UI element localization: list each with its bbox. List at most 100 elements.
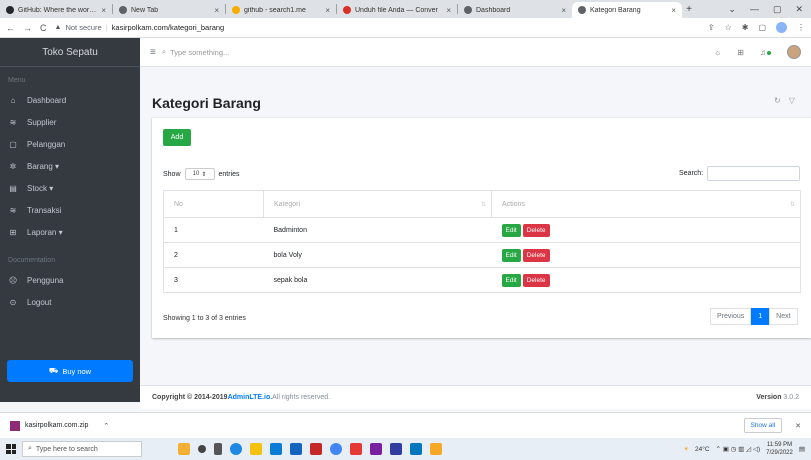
adminlte-link[interactable]: AdminLTE.io. [228, 394, 273, 401]
entries-select[interactable]: 10 ⇕ [184, 168, 215, 180]
new-tab-icon[interactable]: + [682, 4, 696, 15]
add-button[interactable]: Add [163, 129, 191, 146]
taskbar-app-icon[interactable] [310, 443, 322, 455]
url-field[interactable]: ▲ Not secure | kasirpolkam.com/kategori_… [55, 21, 700, 35]
weather-temp[interactable]: 24°C [695, 446, 710, 453]
browser-tab[interactable]: Kategori Barang × [572, 2, 682, 18]
sidebar-item-label: Stock ▾ [27, 183, 54, 193]
download-filename[interactable]: kasirpolkam.com.zip [25, 422, 88, 429]
refresh-icon[interactable]: ↻ [774, 96, 781, 105]
edit-button[interactable]: Edit [501, 248, 521, 262]
hamburger-icon[interactable]: ≡ [150, 47, 156, 58]
tab-close-icon[interactable]: × [446, 6, 451, 15]
show-all-button[interactable]: Show all [743, 418, 783, 433]
delete-button[interactable]: Delete [522, 248, 550, 262]
sidebar-item-supplier[interactable]: ≋ Supplier [0, 111, 140, 133]
brand-name[interactable]: Toko Sepatu [0, 38, 140, 67]
delete-button[interactable]: Delete [522, 223, 550, 237]
table-search: Search: [679, 166, 801, 181]
taskbar-app-icon[interactable] [178, 443, 190, 455]
windows-start-icon[interactable] [6, 444, 16, 454]
browser-tab[interactable]: GitHub: Where the world b × [0, 2, 112, 18]
next-button[interactable]: Next [769, 308, 798, 325]
tab-close-icon[interactable]: × [214, 6, 219, 15]
sidebar-item-label: Transaksi [27, 205, 62, 215]
sidebar-item-label: Pengguna [27, 275, 64, 285]
avatar[interactable] [787, 45, 801, 59]
profile-icon[interactable] [776, 22, 787, 33]
notification-center-icon[interactable]: ▤ [799, 445, 805, 453]
sidebar-item-stock[interactable]: ▤ Stock ▾ [0, 177, 140, 199]
taskbar-app-icon[interactable] [290, 443, 302, 455]
share-icon[interactable]: ⇪ [708, 23, 715, 32]
delete-button[interactable]: Delete [522, 273, 550, 287]
top-navbar: ≡ ⌕ Type something... ☼ ⊞ ♫ [140, 38, 811, 67]
browser-tab[interactable]: Unduh file Anda — Conver × [337, 2, 457, 18]
taskbar-app-icon[interactable] [370, 443, 382, 455]
kategori-card: Add Show 10 ⇕ entries Search: No Kategor… [152, 118, 811, 338]
sidebar-item-logout[interactable]: ⊙ Logout [0, 291, 140, 313]
taskbar-app-icon[interactable] [230, 443, 242, 455]
forward-icon[interactable]: → [23, 23, 32, 33]
show-label: Show [163, 170, 181, 178]
theme-toggle-icon[interactable]: ☼ [714, 48, 721, 57]
kebab-menu-icon[interactable]: ⋮ [797, 23, 805, 32]
taskbar-app-icon[interactable] [390, 443, 402, 455]
taskbar-app-icon[interactable] [250, 443, 262, 455]
edit-button[interactable]: Edit [501, 273, 521, 287]
column-header-actions[interactable]: Actions ⇅ [491, 190, 801, 218]
logout-icon: ⊙ [9, 297, 17, 307]
previous-button[interactable]: Previous [710, 308, 752, 325]
version-label: Version [756, 394, 784, 401]
extensions-icon[interactable]: ✱ [742, 23, 749, 32]
sidebar-item-barang[interactable]: ✲ Barang ▾ [0, 155, 140, 177]
minimize-icon[interactable]: — [750, 4, 759, 15]
copyright-text: Copyright © 2014-2019 [152, 394, 228, 401]
taskbar-search[interactable]: ⌕ Type here to search [22, 441, 142, 457]
tab-close-icon[interactable]: × [671, 6, 676, 15]
sidebar-item-pelanggan[interactable]: ▢ Pelanggan [0, 133, 140, 155]
taskbar-app-icon[interactable] [330, 443, 342, 455]
sidebar-item-transaksi[interactable]: ≋ Transaksi [0, 199, 140, 221]
browser-tab[interactable]: Dashboard × [458, 2, 572, 18]
back-icon[interactable]: ← [6, 23, 15, 33]
system-tray: ☀ 24°C ⌃ ▣ ◷ ▥ ◿ ◁) 11:59 PM 7/29/2022 ▤ [683, 441, 811, 457]
tab-close-icon[interactable]: × [325, 6, 330, 15]
tab-search-icon[interactable]: ⌄ [728, 4, 736, 15]
clock[interactable]: 11:59 PM 7/29/2022 [766, 441, 793, 457]
sidebar-item-dashboard[interactable]: ⌂ Dashboard [0, 89, 140, 111]
page-1-button[interactable]: 1 [751, 308, 770, 325]
table-search-input[interactable] [707, 166, 801, 181]
column-header-kategori[interactable]: Kategori ⇅ [263, 190, 492, 218]
taskbar-app-icon[interactable] [214, 443, 222, 455]
address-bar: ← → C ▲ Not secure | kasirpolkam.com/kat… [0, 18, 811, 38]
apps-grid-icon[interactable]: ⊞ [737, 48, 744, 57]
tab-favicon-icon [464, 6, 472, 14]
taskbar-app-icon[interactable] [350, 443, 362, 455]
navbar-search[interactable]: ⌕ Type something... [162, 47, 229, 57]
taskbar-app-icon[interactable] [198, 445, 206, 453]
tab-close-icon[interactable]: × [101, 6, 106, 15]
reload-icon[interactable]: C [40, 23, 47, 33]
taskbar-app-icon[interactable] [430, 443, 442, 455]
maximize-icon[interactable]: ▢ [773, 4, 782, 15]
star-icon[interactable]: ☆ [725, 23, 732, 32]
taskbar-app-icon[interactable] [410, 443, 422, 455]
browser-tab[interactable]: github - search1.me × [226, 2, 336, 18]
sidepanel-icon[interactable]: ▢ [758, 23, 766, 32]
not-secure-label: Not secure [65, 23, 102, 32]
filter-icon[interactable]: ▽ [789, 96, 795, 105]
buy-now-button[interactable]: ⛟ Buy now [7, 360, 133, 382]
edit-button[interactable]: Edit [501, 223, 521, 237]
column-header-no[interactable]: No [163, 190, 264, 218]
sidebar-item-laporan[interactable]: ⊞ Laporan ▾ [0, 221, 140, 243]
bell-icon[interactable]: ♫ [760, 48, 771, 57]
close-icon[interactable]: ✕ [795, 422, 801, 430]
tray-icons[interactable]: ⌃ ▣ ◷ ▥ ◿ ◁) [716, 445, 761, 453]
taskbar-app-icon[interactable] [270, 443, 282, 455]
chevron-up-icon[interactable]: ⌃ [103, 422, 109, 430]
tab-close-icon[interactable]: × [561, 6, 566, 15]
close-window-icon[interactable]: ✕ [795, 4, 803, 15]
sidebar-item-pengguna[interactable]: ☹ Pengguna [0, 269, 140, 291]
browser-tab[interactable]: New Tab × [113, 2, 225, 18]
